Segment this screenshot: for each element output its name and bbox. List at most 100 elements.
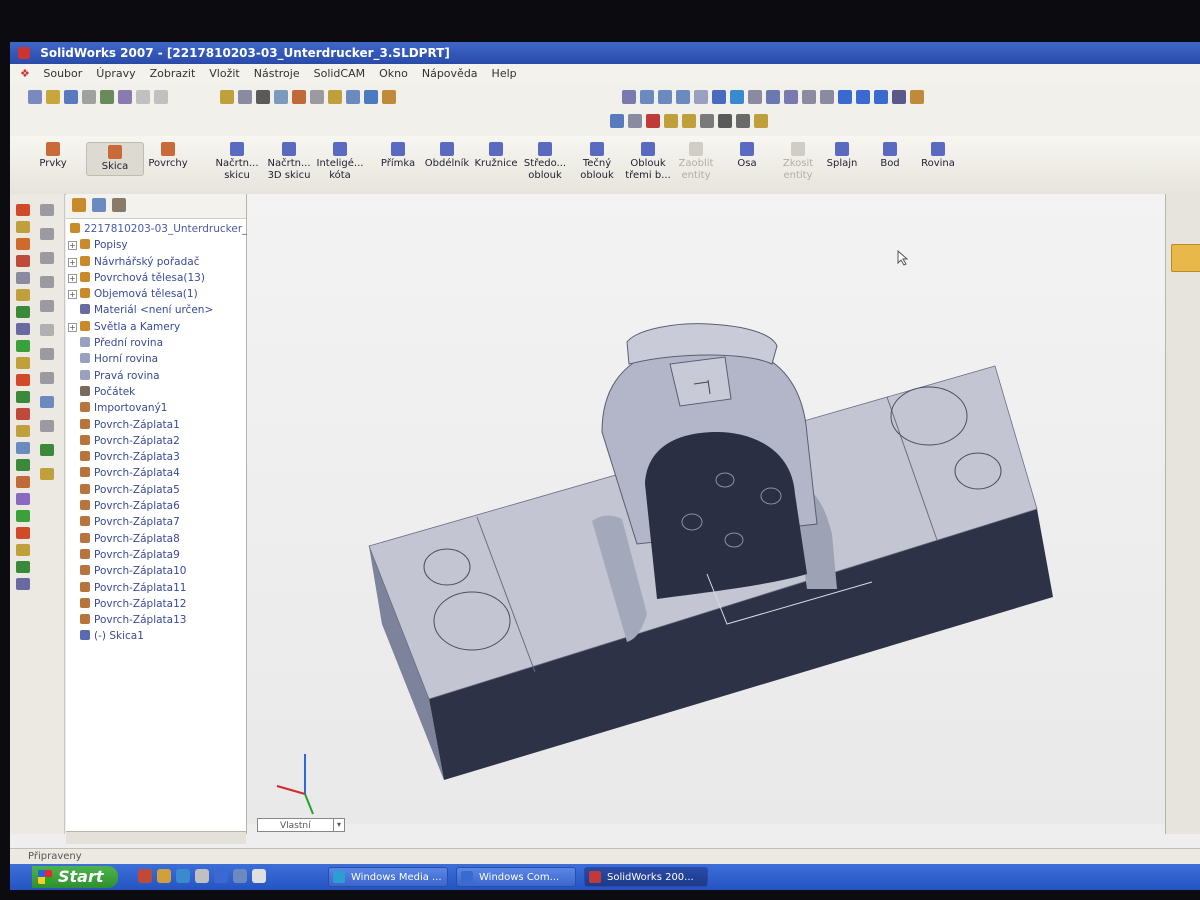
select-tool-7-icon[interactable] [346, 90, 360, 104]
tree-item[interactable]: Počátek [66, 384, 246, 400]
command-13-button[interactable]: Osa [732, 142, 762, 170]
command-17-button[interactable]: Rovina [918, 142, 958, 170]
file-tool-7-icon[interactable] [154, 90, 168, 104]
left-tool-11-icon[interactable] [16, 391, 30, 403]
expand-icon[interactable]: + [68, 257, 77, 267]
taskbar-task-0-button[interactable]: Windows Media ... [328, 867, 448, 887]
left-tool2-4-icon[interactable] [40, 300, 54, 312]
left-tool2-2-icon[interactable] [40, 252, 54, 264]
left-tool2-6-icon[interactable] [40, 348, 54, 360]
property-manager-tab-icon[interactable] [92, 198, 106, 212]
left-tool-20-icon[interactable] [16, 544, 30, 556]
quick-launch-1-icon[interactable] [157, 869, 171, 883]
tree-item[interactable]: Povrch-Záplata1 [66, 417, 246, 433]
chevron-down-icon[interactable]: ▾ [333, 819, 344, 831]
left-tool-17-icon[interactable] [16, 493, 30, 505]
sketch-tool-5-icon[interactable] [700, 114, 714, 128]
command-10-button[interactable]: Tečný oblouk [576, 142, 618, 182]
select-tool-2-icon[interactable] [256, 90, 270, 104]
left-tool-8-icon[interactable] [16, 340, 30, 352]
view-tool-11-icon[interactable] [820, 90, 834, 104]
file-tool-1-icon[interactable] [46, 90, 60, 104]
left-tool-1-icon[interactable] [16, 221, 30, 233]
file-tool-0-icon[interactable] [28, 90, 42, 104]
tree-item[interactable]: Povrch-Záplata6 [66, 498, 246, 514]
tree-item[interactable]: + Popisy [66, 237, 246, 253]
left-tool-22-icon[interactable] [16, 578, 30, 590]
left-tool2-8-icon[interactable] [40, 396, 54, 408]
taskbar-task-1-button[interactable]: Windows Com... [456, 867, 576, 887]
left-tool-3-icon[interactable] [16, 255, 30, 267]
command-0-button[interactable]: Prvky [34, 142, 72, 170]
feature-manager-tab-icon[interactable] [72, 198, 86, 212]
view-tool-2-icon[interactable] [658, 90, 672, 104]
quick-launch-4-icon[interactable] [214, 869, 228, 883]
left-tool-0-icon[interactable] [16, 204, 30, 216]
sketch-tool-6-icon[interactable] [718, 114, 732, 128]
left-tool2-1-icon[interactable] [40, 228, 54, 240]
file-tool-4-icon[interactable] [100, 90, 114, 104]
tree-item[interactable]: Materiál <není určen> [66, 302, 246, 318]
menu-item-2[interactable]: Zobrazit [150, 64, 196, 84]
view-tool-1-icon[interactable] [640, 90, 654, 104]
left-tool-9-icon[interactable] [16, 357, 30, 369]
left-tool-13-icon[interactable] [16, 425, 30, 437]
command-9-button[interactable]: Středo... oblouk [522, 142, 568, 182]
menu-item-8[interactable]: Help [492, 64, 517, 84]
tree-item[interactable]: Povrch-Záplata8 [66, 531, 246, 547]
tree-item[interactable]: Povrch-Záplata10 [66, 563, 246, 579]
menu-item-3[interactable]: Vložit [209, 64, 239, 84]
select-tool-6-icon[interactable] [328, 90, 342, 104]
tree-item[interactable]: + Objemová tělesa(1) [66, 286, 246, 302]
left-tool2-11-icon[interactable] [40, 468, 54, 480]
sketch-tool-8-icon[interactable] [754, 114, 768, 128]
left-tool-21-icon[interactable] [16, 561, 30, 573]
quick-launch-3-icon[interactable] [195, 869, 209, 883]
taskbar-task-2-button[interactable]: SolidWorks 200... [584, 867, 708, 887]
menu-item-7[interactable]: Nápověda [422, 64, 478, 84]
expand-icon[interactable]: + [68, 290, 77, 300]
command-16-button[interactable]: Bod [876, 142, 904, 170]
left-tool-7-icon[interactable] [16, 323, 30, 335]
view-tool-13-icon[interactable] [856, 90, 870, 104]
quick-launch-5-icon[interactable] [233, 869, 247, 883]
view-tool-0-icon[interactable] [622, 90, 636, 104]
left-tool2-9-icon[interactable] [40, 420, 54, 432]
task-pane-tab-icon[interactable] [1171, 244, 1200, 272]
tree-item[interactable]: Povrch-Záplata9 [66, 547, 246, 563]
view-tool-10-icon[interactable] [802, 90, 816, 104]
command-5-button[interactable]: Inteligé... kóta [316, 142, 364, 182]
tree-item[interactable]: Povrch-Záplata7 [66, 514, 246, 530]
left-tool-2-icon[interactable] [16, 238, 30, 250]
configuration-manager-tab-icon[interactable] [112, 198, 126, 212]
sketch-tool-4-icon[interactable] [682, 114, 696, 128]
tree-item[interactable]: Povrch-Záplata3 [66, 449, 246, 465]
tree-item[interactable]: Přední rovina [66, 335, 246, 351]
expand-icon[interactable]: + [68, 322, 77, 332]
solidworks-logo-icon[interactable]: ❖ [20, 64, 30, 84]
view-tool-4-icon[interactable] [694, 90, 708, 104]
left-tool-12-icon[interactable] [16, 408, 30, 420]
view-tool-7-icon[interactable] [748, 90, 762, 104]
tree-horizontal-scrollbar[interactable] [66, 831, 246, 844]
menu-item-1[interactable]: Úpravy [96, 64, 135, 84]
select-tool-0-icon[interactable] [220, 90, 234, 104]
command-4-button[interactable]: Načrtn... 3D skicu [266, 142, 312, 182]
quick-launch-0-icon[interactable] [138, 869, 152, 883]
command-14-button[interactable]: Zkosit entity [778, 142, 818, 182]
sketch-tool-1-icon[interactable] [628, 114, 642, 128]
graphics-viewport[interactable] [247, 194, 1165, 824]
tree-item[interactable]: (-) Skica1 [66, 628, 246, 644]
left-tool-6-icon[interactable] [16, 306, 30, 318]
tree-item[interactable]: + Povrchová tělesa(13) [66, 270, 246, 286]
left-tool-10-icon[interactable] [16, 374, 30, 386]
view-tool-15-icon[interactable] [892, 90, 906, 104]
tree-item[interactable]: Povrch-Záplata12 [66, 596, 246, 612]
display-state-select[interactable]: Vlastní ▾ [257, 818, 345, 832]
command-7-button[interactable]: Obdélník [424, 142, 470, 170]
tree-item[interactable]: Povrch-Záplata4 [66, 465, 246, 481]
left-tool2-3-icon[interactable] [40, 276, 54, 288]
quick-launch-6-icon[interactable] [252, 869, 266, 883]
command-12-button[interactable]: Zaoblit entity [676, 142, 716, 182]
view-tool-8-icon[interactable] [766, 90, 780, 104]
